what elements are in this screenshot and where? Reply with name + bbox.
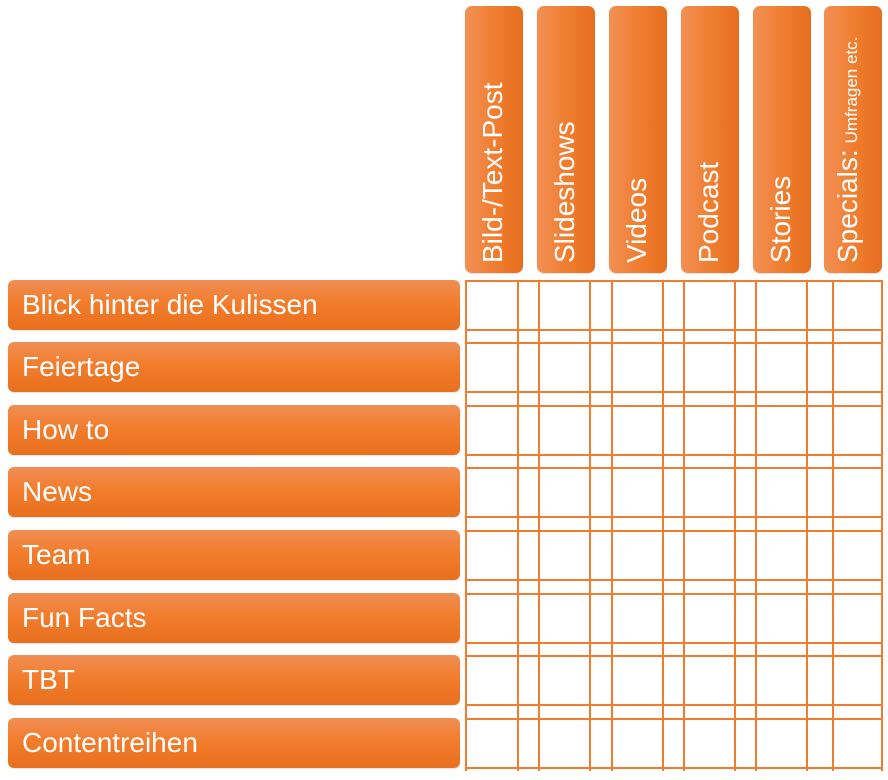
grid-line-horizontal	[465, 329, 883, 331]
grid-line-horizontal	[465, 342, 883, 344]
grid-line-horizontal	[465, 467, 883, 469]
grid-line-vertical	[734, 280, 736, 771]
grid-line-horizontal	[465, 391, 883, 393]
row-header: Feiertage	[8, 342, 460, 392]
column-header: Videos	[609, 6, 667, 273]
column-label-main: Slideshows	[549, 121, 580, 263]
column-label-main: Specials:	[832, 149, 863, 263]
column-header: Podcast	[681, 6, 739, 273]
grid-line-vertical	[589, 280, 591, 771]
column-header: Specials: Umfragen etc.	[824, 6, 882, 273]
row-header: Fun Facts	[8, 593, 460, 643]
column-header-label: Bild-/Text-Post	[477, 82, 508, 264]
column-label-main: Videos	[621, 177, 652, 263]
column-header: Slideshows	[537, 6, 595, 273]
grid-line-vertical	[538, 280, 540, 771]
grid-line-horizontal	[465, 579, 883, 581]
grid-line-horizontal	[465, 593, 883, 595]
grid-line-horizontal	[465, 704, 883, 706]
grid-line-horizontal	[465, 767, 883, 769]
grid-line-horizontal	[465, 454, 883, 456]
grid-line-vertical	[755, 280, 757, 771]
column-label-sub: Umfragen etc.	[842, 36, 861, 144]
grid-line-horizontal	[465, 280, 883, 282]
grid-line-horizontal	[465, 655, 883, 657]
column-label-main: Bild-/Text-Post	[477, 82, 508, 264]
grid-line-vertical	[465, 280, 467, 771]
grid-line-vertical	[517, 280, 519, 771]
grid-line-vertical	[832, 280, 834, 771]
row-header: Team	[8, 530, 460, 580]
column-header-label: Videos	[621, 177, 652, 263]
column-header-label: Slideshows	[549, 121, 580, 263]
grid-line-vertical	[806, 280, 808, 771]
column-label-main: Stories	[765, 175, 796, 263]
grid-line-vertical	[611, 280, 613, 771]
column-header-label: Stories	[765, 175, 796, 263]
row-header: Blick hinter die Kulissen	[8, 280, 460, 330]
grid-line-horizontal	[465, 405, 883, 407]
column-header-label: Specials: Umfragen etc.	[832, 36, 867, 263]
column-label-main: Podcast	[693, 161, 724, 263]
row-header: Contentreihen	[8, 718, 460, 768]
column-header: Bild-/Text-Post	[465, 6, 523, 273]
grid-line-horizontal	[465, 530, 883, 532]
column-header: Stories	[753, 6, 811, 273]
grid-line-horizontal	[465, 516, 883, 518]
grid-line-vertical	[683, 280, 685, 771]
column-header-label: Podcast	[693, 161, 724, 263]
grid-line-horizontal	[465, 718, 883, 720]
grid-line-horizontal	[465, 642, 883, 644]
row-header: How to	[8, 405, 460, 455]
grid-line-vertical	[662, 280, 664, 771]
row-header: TBT	[8, 655, 460, 705]
row-header: News	[8, 467, 460, 517]
grid-line-vertical	[881, 280, 883, 771]
